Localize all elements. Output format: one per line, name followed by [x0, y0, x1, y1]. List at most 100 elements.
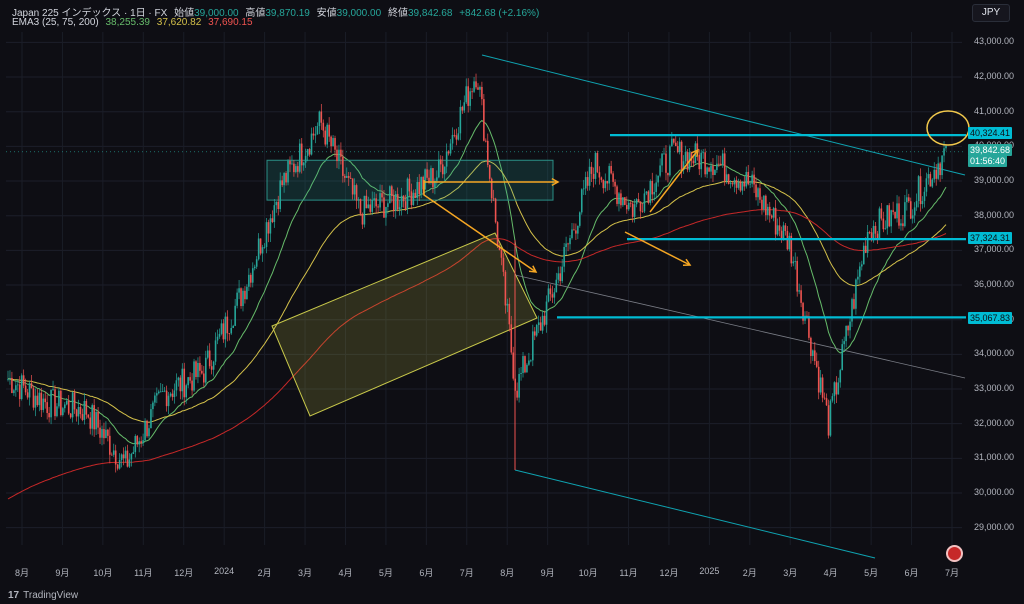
price-chart[interactable]: [0, 0, 1024, 604]
candle-body: [236, 292, 238, 306]
y-tick-label: 42,000.00: [974, 71, 1015, 82]
candle-body: [375, 198, 377, 207]
candle-body: [528, 360, 530, 365]
candle-body: [812, 350, 814, 356]
close-value: 39,842.68: [407, 8, 453, 19]
candle-body: [67, 401, 70, 414]
x-tick-label: 5月: [378, 568, 393, 578]
candle-body: [475, 81, 477, 88]
y-tick-label: 43,000.00: [974, 36, 1015, 47]
candle-body: [530, 360, 532, 362]
candle-body: [508, 303, 511, 325]
x-tick-label: 5月: [864, 568, 879, 578]
candle-body: [653, 191, 656, 195]
candle-body: [28, 383, 31, 398]
candle-body: [402, 195, 405, 202]
x-tick-label: 3月: [783, 568, 798, 578]
candle-body: [479, 86, 481, 90]
candle-body: [626, 204, 628, 210]
candle-body: [253, 266, 256, 269]
candle-body: [142, 440, 144, 444]
candle-body: [888, 205, 891, 227]
candle-body: [310, 133, 313, 155]
candle-body: [483, 99, 485, 141]
candle-body: [794, 261, 797, 262]
candle-body: [234, 305, 236, 326]
candle-body: [673, 138, 675, 143]
y-tick-label: 36,000.00: [974, 279, 1015, 290]
candle-body: [439, 159, 442, 165]
candle-body: [334, 138, 336, 150]
candle-body: [36, 395, 39, 406]
x-tick-label: 4月: [338, 568, 353, 578]
currency-button[interactable]: JPY: [972, 4, 1010, 22]
candle-body: [436, 177, 438, 181]
candle-body: [95, 411, 97, 430]
tradingview-logo[interactable]: 17 TradingView: [8, 590, 78, 601]
candle-body: [706, 167, 708, 175]
candle-body: [455, 135, 458, 140]
candle-body: [643, 193, 646, 212]
candle-body: [915, 201, 918, 208]
candle-body: [298, 143, 301, 172]
candle-body: [165, 390, 168, 407]
candle-body: [232, 325, 234, 328]
candle-body: [222, 323, 225, 340]
candle-body: [99, 427, 101, 438]
candle-body: [179, 377, 182, 392]
candle-body: [291, 163, 293, 165]
candle-body: [240, 288, 242, 307]
candle-body: [385, 207, 387, 218]
candle-body: [214, 340, 217, 362]
candle-body: [465, 86, 468, 103]
candle-body: [757, 188, 759, 198]
candle-body: [32, 388, 35, 408]
candle-body: [63, 404, 66, 409]
candle-body: [649, 180, 652, 203]
candle-body: [183, 368, 186, 398]
candle-body: [285, 173, 287, 183]
ema-legend[interactable]: EMA3 (25, 75, 200) 38,255.39 37,620.82 3…: [12, 17, 257, 28]
candle-body: [651, 180, 654, 195]
candle-body: [453, 134, 456, 136]
settings-icon[interactable]: [946, 545, 963, 562]
candle-body: [15, 385, 17, 391]
candle-body: [457, 133, 460, 140]
candle-body: [829, 400, 832, 436]
candle-body: [571, 229, 573, 239]
candle-body: [512, 352, 515, 379]
candle-body: [404, 201, 407, 210]
candle-body: [210, 366, 213, 370]
y-tick-label: 39,000.00: [974, 175, 1015, 186]
candle-body: [146, 420, 148, 437]
candle-body: [635, 199, 638, 205]
candle-body: [792, 261, 795, 264]
candle-body: [674, 142, 677, 147]
x-tick-label: 2024: [214, 566, 235, 576]
x-tick-label: 9月: [540, 568, 555, 578]
candle-body: [874, 225, 877, 234]
candle-body: [40, 392, 43, 410]
candle-body: [34, 395, 37, 408]
candle-body: [112, 450, 115, 455]
candle-body: [624, 197, 626, 205]
candle-body: [618, 193, 620, 204]
candle-body: [557, 273, 560, 280]
candle-body: [7, 378, 9, 380]
candle-body: [410, 191, 413, 206]
x-tick-label: 9月: [55, 568, 70, 578]
candle-body: [843, 341, 845, 345]
candle-body: [306, 149, 309, 156]
x-tick-label: 11月: [619, 568, 638, 578]
candle-body: [535, 325, 538, 336]
candle-body: [800, 290, 802, 303]
candle-body: [575, 230, 577, 234]
candle-body: [13, 390, 15, 394]
candle-body: [304, 155, 307, 163]
candle-body: [367, 204, 370, 209]
candle-body: [469, 91, 471, 106]
candle-body: [297, 166, 299, 172]
candle-body: [778, 225, 781, 231]
candle-body: [467, 86, 469, 106]
candle-body: [941, 155, 943, 176]
